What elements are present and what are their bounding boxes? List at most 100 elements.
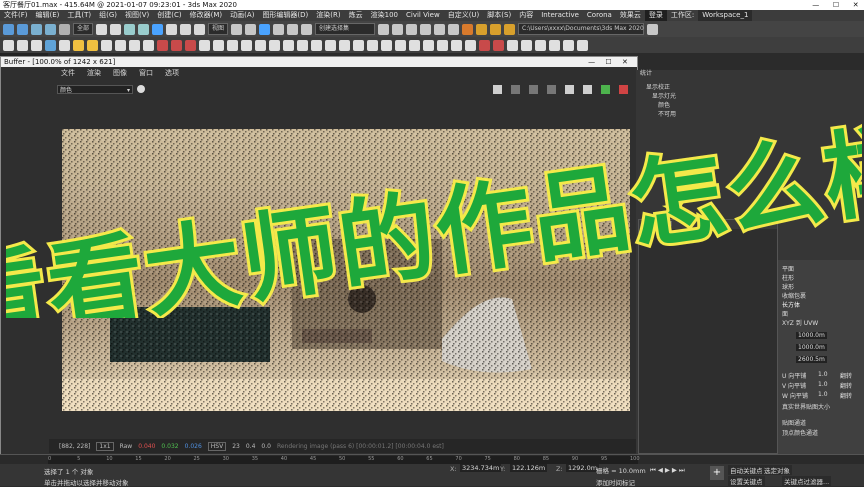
systems-icon[interactable] [143, 39, 154, 51]
raw-toggle[interactable]: Raw [120, 443, 133, 450]
lens-effects-icon[interactable] [565, 85, 574, 94]
corona-decal-icon[interactable] [563, 39, 574, 51]
helper-icon[interactable] [115, 39, 126, 51]
snap-toggle-icon[interactable] [259, 23, 271, 35]
align-icon[interactable] [392, 23, 404, 35]
go-to-start-icon[interactable]: ⏮ [650, 466, 656, 475]
light-icon[interactable] [73, 39, 84, 51]
render-again-icon[interactable] [601, 85, 610, 94]
vray-camera-icon[interactable] [185, 39, 196, 51]
auto-key-button[interactable]: 自动关键点 [728, 465, 765, 475]
cylinder-icon[interactable] [31, 39, 42, 51]
plane-icon[interactable] [59, 39, 70, 51]
bind-space-warp-icon[interactable] [59, 23, 70, 35]
menu-views[interactable]: 视图(V) [121, 10, 153, 21]
x-coordinate[interactable]: 3234.734m [460, 464, 502, 472]
vray-decal-icon[interactable] [381, 39, 392, 51]
fb-minimize-icon[interactable]: — [588, 57, 595, 67]
vray-mesh-icon[interactable] [255, 39, 266, 51]
menu-render100[interactable]: 渲染100 [367, 10, 402, 21]
menu-corona[interactable]: Corona [583, 10, 616, 21]
vray-volume-icon[interactable] [451, 39, 462, 51]
place-icon[interactable] [194, 23, 206, 35]
tab-statistics[interactable]: 统计 [640, 70, 652, 78]
tree-item-color[interactable]: 颜色 [638, 100, 776, 109]
corona-light-icon[interactable] [507, 39, 518, 51]
go-to-end-icon[interactable]: ⏭ [679, 466, 685, 475]
render-production-icon[interactable] [504, 23, 516, 35]
map-channel-option[interactable]: 贴图通道 [782, 418, 806, 427]
vray-dome-icon[interactable] [339, 39, 350, 51]
fb-menu-window[interactable]: 窗口 [139, 68, 153, 79]
selection-filter-dropdown[interactable]: 全部 [73, 23, 94, 35]
vray-proxy-icon[interactable] [199, 39, 210, 51]
vray-scatter-icon[interactable] [437, 39, 448, 51]
menu-xiaoguoyun[interactable]: 效果云 [616, 10, 645, 21]
vray-ies-icon[interactable] [353, 39, 364, 51]
vertex-color-option[interactable]: 顶点颜色通道 [782, 428, 818, 437]
vray-light-icon[interactable] [157, 39, 168, 51]
menu-create[interactable]: 创建(C) [153, 10, 185, 21]
vray-scene-icon[interactable] [325, 39, 336, 51]
select-by-name-icon[interactable] [110, 23, 122, 35]
selected-set-dropdown[interactable]: 选定对象 [762, 465, 792, 475]
history-icon[interactable] [583, 85, 592, 94]
corona-sun-icon[interactable] [535, 39, 546, 51]
menu-graph-editors[interactable]: 图形编辑器(D) [258, 10, 312, 21]
select-scale-icon[interactable] [180, 23, 192, 35]
real-world-checkbox[interactable]: 真实世界贴图大小 [782, 402, 830, 411]
angle-snap-icon[interactable] [273, 23, 285, 35]
render-setup-icon[interactable] [476, 23, 488, 35]
w-tile-value[interactable]: 1.0 [818, 391, 828, 398]
corona-vfb-icon[interactable] [493, 39, 504, 51]
height-field[interactable]: 2600.5m [796, 356, 827, 363]
menu-civil-view[interactable]: Civil View [402, 10, 444, 21]
sample-mode-dropdown[interactable]: 1x1 [96, 441, 114, 451]
corona-camera-icon[interactable] [521, 39, 532, 51]
vray-plane-icon[interactable] [227, 39, 238, 51]
tree-item-unavailable[interactable]: 不可用 [638, 109, 776, 118]
minimize-icon[interactable]: — [809, 0, 819, 10]
set-key-button[interactable]: 设置关键点 [728, 476, 765, 486]
unlink-icon[interactable] [45, 23, 56, 35]
named-selection-dropdown[interactable]: 创建选择集 [315, 23, 376, 35]
sun-icon[interactable] [87, 39, 98, 51]
spacewarp-icon[interactable] [129, 39, 140, 51]
vray-toon-icon[interactable] [409, 39, 420, 51]
undo-icon[interactable] [3, 23, 14, 35]
z-coordinate[interactable]: 1292.0m [566, 464, 600, 472]
u-tile-value[interactable]: 1.0 [818, 371, 828, 378]
workspace-dropdown[interactable]: Workspace_1 [698, 10, 753, 21]
spinner-snap-icon[interactable] [301, 23, 313, 35]
layer-explorer-icon[interactable] [420, 23, 432, 35]
select-move-icon[interactable] [152, 23, 164, 35]
vray-vfb-icon[interactable] [283, 39, 294, 51]
vray-sphere-icon[interactable] [241, 39, 252, 51]
y-coordinate[interactable]: 122.126m [510, 464, 548, 472]
select-object-icon[interactable] [96, 23, 108, 35]
redo-icon[interactable] [17, 23, 28, 35]
menu-interactive[interactable]: Interactive [537, 10, 583, 21]
fb-menu-render[interactable]: 渲染 [87, 68, 101, 79]
menu-tools[interactable]: 工具(T) [63, 10, 95, 21]
schematic-view-icon[interactable] [448, 23, 460, 35]
box-icon[interactable] [3, 39, 14, 51]
menu-rendering[interactable]: 渲染(R) [312, 10, 344, 21]
vray-sun-icon[interactable] [171, 39, 182, 51]
menu-scripting[interactable]: 脚本(S) [483, 10, 515, 21]
u-flip-checkbox[interactable]: 翻转 [840, 371, 852, 380]
v-tile-value[interactable]: 1.0 [818, 381, 828, 388]
prev-frame-icon[interactable]: ◀ [658, 466, 663, 475]
vray-material-icon[interactable] [297, 39, 308, 51]
region-render-icon[interactable] [547, 85, 556, 94]
menu-customize[interactable]: 自定义(U) [444, 10, 484, 21]
save-image-icon[interactable] [493, 85, 502, 94]
color-space-dropdown[interactable]: HSV [207, 441, 227, 451]
fb-close-icon[interactable]: ✕ [622, 57, 628, 67]
login-button[interactable]: 登录 [644, 10, 667, 21]
mirror-icon[interactable] [378, 23, 390, 35]
fb-maximize-icon[interactable]: ☐ [605, 57, 611, 67]
material-editor-icon[interactable] [462, 23, 474, 35]
length-field[interactable]: 1000.0m [796, 332, 827, 339]
menu-group[interactable]: 组(G) [95, 10, 121, 21]
